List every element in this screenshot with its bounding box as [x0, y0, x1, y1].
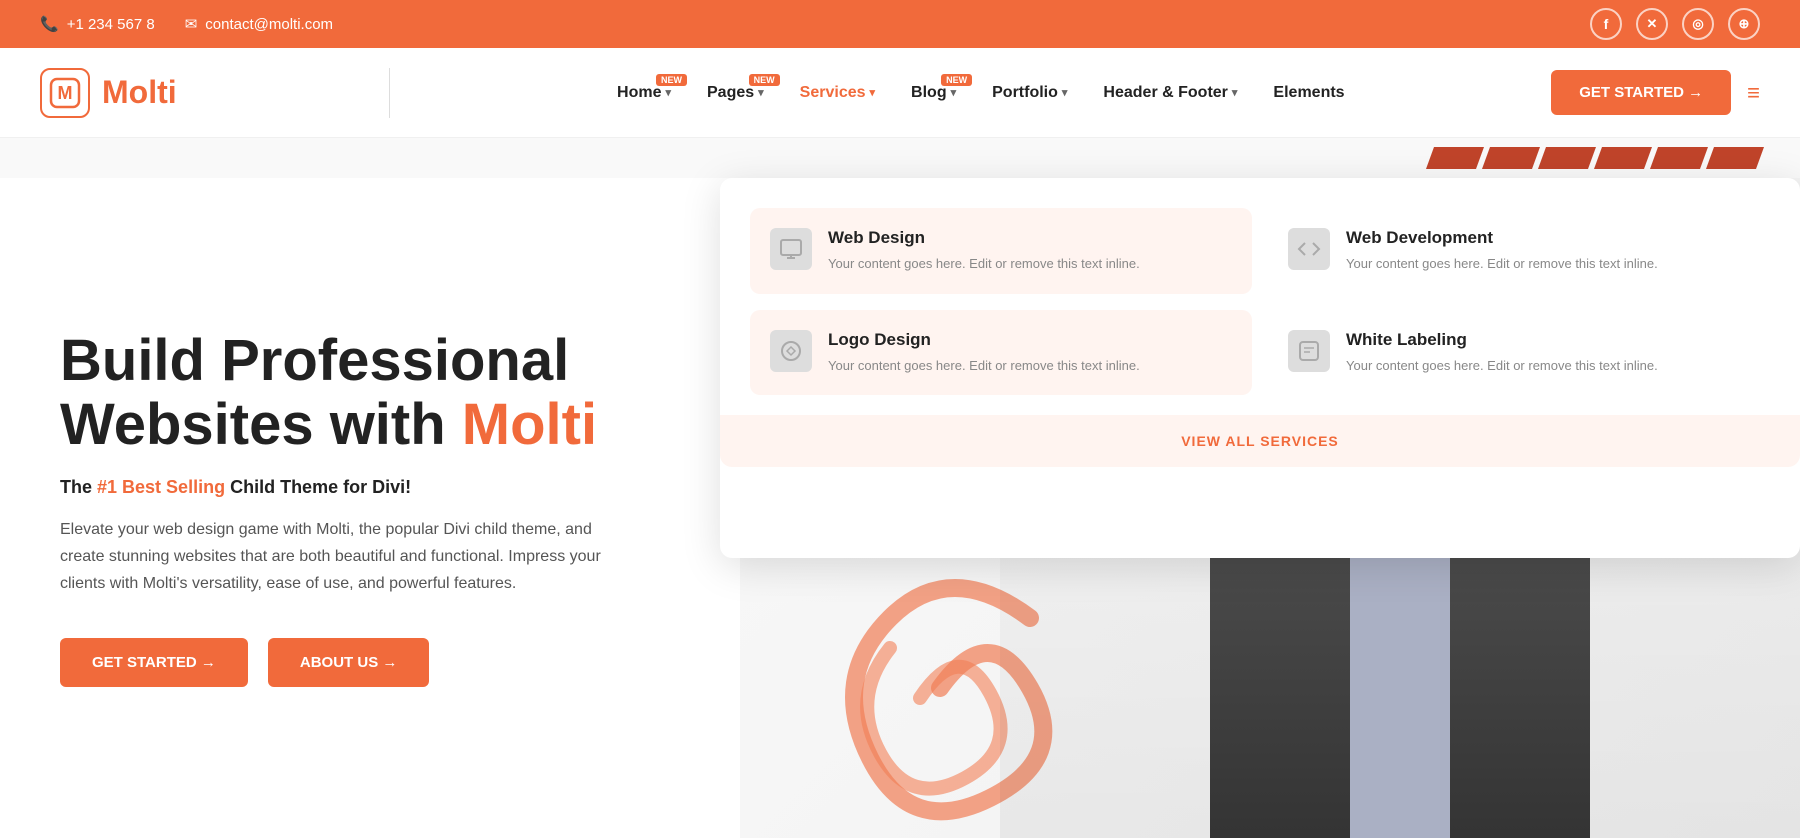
- twitter-icon[interactable]: ✕: [1636, 8, 1668, 40]
- hero-get-started-button[interactable]: GET STARTED →: [60, 638, 248, 687]
- nav-blog-chevron: ▾: [951, 86, 957, 99]
- logo-area: M Molti: [40, 68, 177, 118]
- web-dev-info: Web Development Your content goes here. …: [1346, 228, 1658, 274]
- stripe-bar: [0, 138, 1800, 178]
- stripe-6: [1706, 147, 1764, 169]
- nav-services-label: Services: [800, 84, 866, 102]
- web-design-icon: [770, 228, 812, 270]
- email-icon: ✉: [185, 15, 198, 33]
- service-card-web-design[interactable]: Web Design Your content goes here. Edit …: [750, 208, 1252, 294]
- web-dev-title: Web Development: [1346, 228, 1658, 248]
- nav-pages-badge: NEW: [749, 74, 780, 86]
- topbar-social: f ✕ ◎ ⊕: [1590, 8, 1760, 40]
- phone-number: +1 234 567 8: [67, 16, 155, 33]
- hero-title-accent: Molti: [462, 392, 597, 457]
- nav-pages-label: Pages: [707, 84, 754, 102]
- hero-buttons: GET STARTED → ABOUT US →: [60, 638, 680, 687]
- hero-subtitle: The #1 Best Selling Child Theme for Divi…: [60, 477, 680, 498]
- services-dropdown: Web Design Your content goes here. Edit …: [720, 178, 1800, 558]
- stripe-1: [1426, 147, 1484, 169]
- svg-text:M: M: [58, 83, 73, 103]
- nav-header-footer-chevron: ▾: [1232, 86, 1238, 99]
- nav-home-label: Home: [617, 84, 661, 102]
- phone-icon: 📞: [40, 15, 59, 33]
- nav-home[interactable]: Home NEW ▾: [603, 76, 685, 110]
- service-card-white-label[interactable]: White Labeling Your content goes here. E…: [1268, 310, 1770, 396]
- nav-portfolio-chevron: ▾: [1062, 86, 1068, 99]
- nav-header-footer[interactable]: Header & Footer ▾: [1089, 76, 1251, 110]
- web-dev-desc: Your content goes here. Edit or remove t…: [1346, 254, 1658, 274]
- hero-title-line1: Build Professional: [60, 328, 569, 393]
- header-right: GET STARTED → ≡: [1551, 70, 1760, 115]
- view-all-services-button[interactable]: VIEW ALL SERVICES: [720, 415, 1800, 467]
- nav-home-chevron: ▾: [665, 86, 671, 99]
- nav-portfolio[interactable]: Portfolio ▾: [978, 76, 1081, 110]
- subtitle-highlight: #1 Best Selling: [97, 477, 225, 497]
- logo-icon[interactable]: M: [40, 68, 90, 118]
- nav-blog-badge: NEW: [941, 74, 972, 86]
- nav-blog-label: Blog: [911, 84, 947, 102]
- stripe-2: [1482, 147, 1540, 169]
- email-contact[interactable]: ✉ contact@molti.com: [185, 15, 333, 33]
- hero-description: Elevate your web design game with Molti,…: [60, 516, 620, 598]
- topbar-contacts: 📞 +1 234 567 8 ✉ contact@molti.com: [40, 15, 333, 33]
- subtitle-prefix: The: [60, 477, 97, 497]
- hamburger-icon[interactable]: ≡: [1747, 80, 1760, 106]
- nav-home-badge: NEW: [656, 74, 687, 86]
- services-grid: Web Design Your content goes here. Edit …: [750, 208, 1770, 395]
- nav-elements[interactable]: Elements: [1259, 76, 1358, 110]
- white-label-info: White Labeling Your content goes here. E…: [1346, 330, 1658, 376]
- service-card-web-dev[interactable]: Web Development Your content goes here. …: [1268, 208, 1770, 294]
- subtitle-suffix: Child Theme for Divi!: [225, 477, 411, 497]
- header: M Molti Home NEW ▾ Pages NEW ▾ Services …: [0, 48, 1800, 138]
- dribbble-icon[interactable]: ⊕: [1728, 8, 1760, 40]
- topbar: 📞 +1 234 567 8 ✉ contact@molti.com f ✕ ◎…: [0, 0, 1800, 48]
- service-card-logo[interactable]: Logo Design Your content goes here. Edit…: [750, 310, 1252, 396]
- hero-about-us-button[interactable]: ABOUT US →: [268, 638, 430, 687]
- main-nav: Home NEW ▾ Pages NEW ▾ Services ▾ Blog N…: [603, 76, 1359, 110]
- phone-contact[interactable]: 📞 +1 234 567 8: [40, 15, 155, 33]
- hero-title-line2: Websites with: [60, 392, 446, 457]
- white-label-desc: Your content goes here. Edit or remove t…: [1346, 356, 1658, 376]
- web-design-title: Web Design: [828, 228, 1140, 248]
- nav-services[interactable]: Services ▾: [786, 76, 889, 110]
- stripe-4: [1594, 147, 1652, 169]
- nav-divider: [389, 68, 390, 118]
- stripe-3: [1538, 147, 1596, 169]
- instagram-icon[interactable]: ◎: [1682, 8, 1714, 40]
- stripe-5: [1650, 147, 1708, 169]
- logo-design-info: Logo Design Your content goes here. Edit…: [828, 330, 1140, 376]
- nav-elements-label: Elements: [1273, 84, 1344, 102]
- web-design-desc: Your content goes here. Edit or remove t…: [828, 254, 1140, 274]
- nav-blog[interactable]: Blog NEW ▾: [897, 76, 970, 110]
- nav-pages[interactable]: Pages NEW ▾: [693, 76, 778, 110]
- main-content: Build Professional Websites with Molti T…: [0, 178, 1800, 838]
- hero-section: Build Professional Websites with Molti T…: [0, 178, 740, 838]
- nav-services-chevron: ▾: [870, 86, 876, 99]
- logo-design-desc: Your content goes here. Edit or remove t…: [828, 356, 1140, 376]
- nav-header-footer-label: Header & Footer: [1103, 84, 1227, 102]
- email-address: contact@molti.com: [205, 16, 333, 33]
- logo-design-icon: [770, 330, 812, 372]
- nav-pages-chevron: ▾: [758, 86, 764, 99]
- web-dev-icon: [1288, 228, 1330, 270]
- white-label-icon: [1288, 330, 1330, 372]
- hero-title: Build Professional Websites with Molti: [60, 329, 680, 457]
- web-design-info: Web Design Your content goes here. Edit …: [828, 228, 1140, 274]
- facebook-icon[interactable]: f: [1590, 8, 1622, 40]
- logo-design-title: Logo Design: [828, 330, 1140, 350]
- nav-portfolio-label: Portfolio: [992, 84, 1058, 102]
- header-cta-button[interactable]: GET STARTED →: [1551, 70, 1731, 115]
- white-label-title: White Labeling: [1346, 330, 1658, 350]
- logo-text[interactable]: Molti: [102, 74, 177, 111]
